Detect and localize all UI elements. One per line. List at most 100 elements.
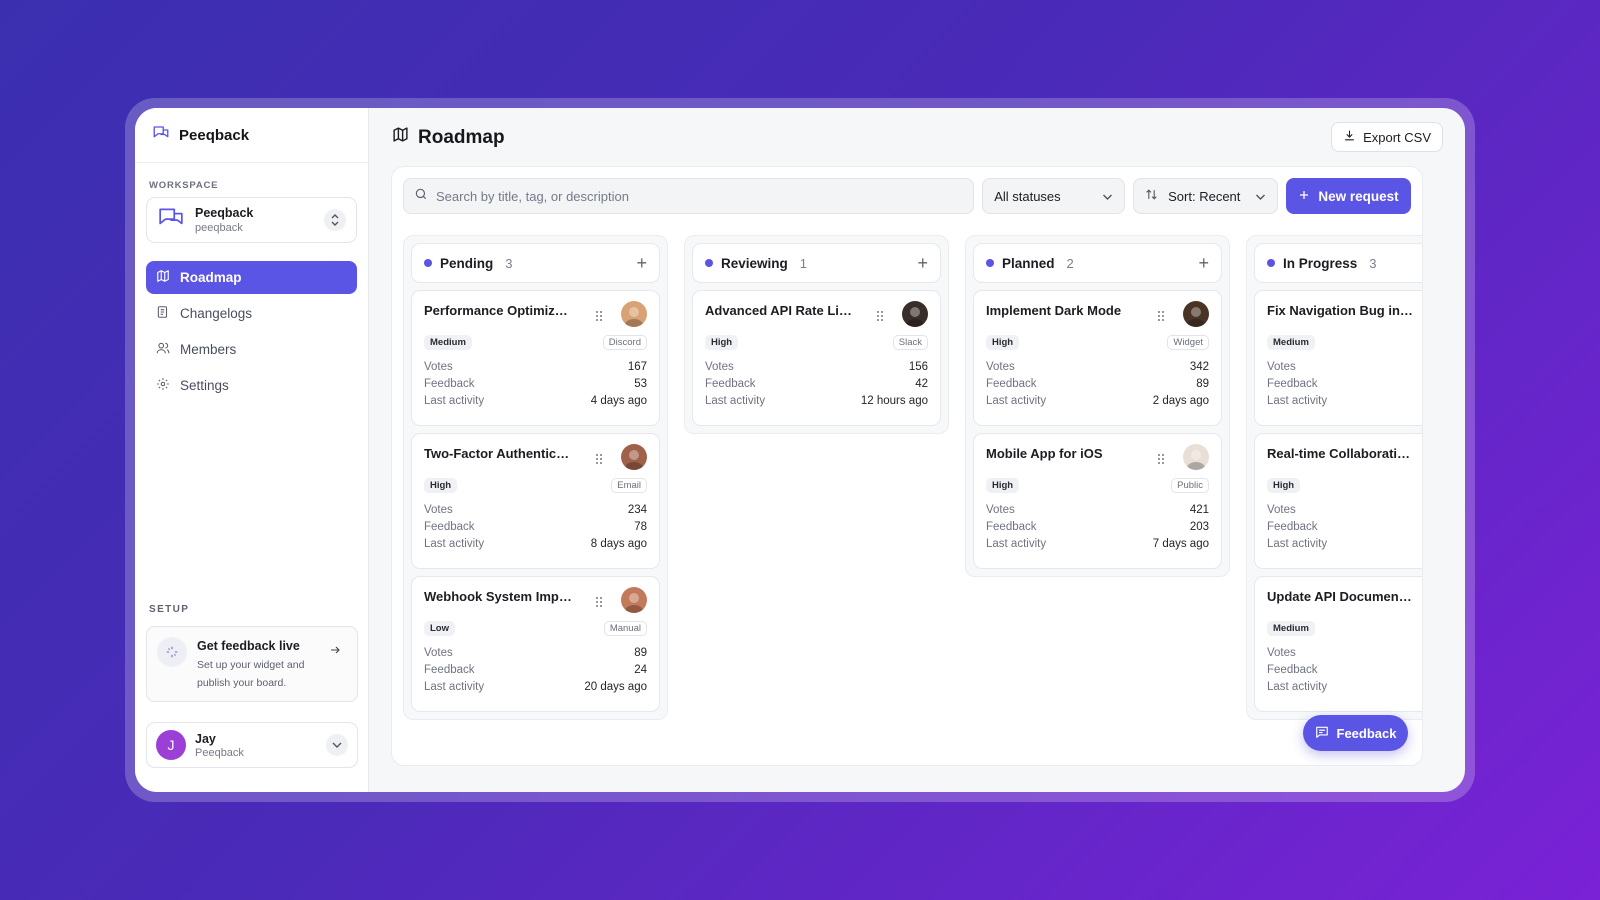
export-csv-button[interactable]: Export CSV: [1331, 122, 1443, 152]
sidebar-item-settings[interactable]: Settings: [146, 369, 357, 402]
priority-badge: Medium: [1267, 335, 1315, 350]
request-card[interactable]: Advanced API Rate Limiti... High Slack V…: [692, 290, 941, 426]
feedback-label: Feedback: [986, 378, 1037, 390]
priority-badge: High: [986, 478, 1020, 493]
drag-handle-icon[interactable]: [595, 309, 603, 327]
search-input[interactable]: [436, 188, 964, 204]
plus-icon[interactable]: +: [917, 253, 928, 274]
search-box[interactable]: [403, 178, 975, 214]
column-count: 2: [1066, 255, 1074, 271]
column-title: Reviewing: [721, 255, 788, 271]
drag-handle-icon[interactable]: [876, 309, 884, 327]
status-dot: [424, 259, 432, 267]
sort-select[interactable]: Sort: Recent: [1133, 178, 1279, 214]
last-activity-value: 7 days ago: [1152, 538, 1209, 550]
column-title: Pending: [440, 255, 494, 271]
votes-label: Votes: [1267, 504, 1296, 516]
card-title: Webhook System Imple...: [424, 589, 572, 604]
votes-label: Votes: [424, 647, 453, 659]
priority-badge: Medium: [1267, 621, 1315, 636]
sort-value: Sort: Recent: [1168, 188, 1241, 204]
last-activity-label: Last activity: [986, 395, 1047, 407]
user-menu[interactable]: J Jay Peeqback: [146, 722, 358, 768]
message-icon: [1315, 725, 1329, 742]
board-toolbar: All statuses Sort: Recent: [403, 178, 1411, 214]
feedback-label: Feedback: [424, 521, 475, 533]
plus-icon[interactable]: +: [1198, 253, 1209, 274]
request-card[interactable]: Update API Documentati... Medium Votes F…: [1254, 576, 1422, 712]
drag-handle-icon[interactable]: [595, 452, 603, 470]
sidebar-nav: Roadmap Changelogs Members Settings: [135, 261, 368, 402]
sparkle-icon: [157, 637, 187, 667]
source-badge: Manual: [603, 621, 647, 636]
feedback-button-label: Feedback: [1336, 725, 1397, 741]
search-icon: [414, 187, 428, 206]
request-card[interactable]: Fix Navigation Bug in Ad... Medium Votes…: [1254, 290, 1422, 426]
status-filter-select[interactable]: All statuses: [982, 178, 1126, 214]
brand[interactable]: Peeqback: [135, 108, 368, 163]
avatar: [621, 301, 647, 327]
request-card[interactable]: Webhook System Imple... Low Manual Votes…: [411, 576, 660, 712]
source-badge: Discord: [602, 335, 647, 350]
priority-badge: High: [1267, 478, 1301, 493]
card-title: Advanced API Rate Limiti...: [705, 303, 853, 318]
votes-label: Votes: [424, 504, 453, 516]
plus-icon[interactable]: +: [636, 253, 647, 274]
request-card[interactable]: Real-time Collaboration ... High Votes F…: [1254, 433, 1422, 569]
card-title: Performance Optimizati...: [424, 303, 572, 318]
column-planned: Planned 2 + Implement Dark Mode High Wid…: [965, 235, 1230, 577]
priority-badge: Low: [424, 621, 455, 636]
setup-card[interactable]: Get feedback live Set up your widget and…: [146, 626, 358, 702]
sidebar-item-members[interactable]: Members: [146, 333, 357, 366]
sidebar-item-changelogs[interactable]: Changelogs: [146, 297, 357, 330]
chevron-updown-icon[interactable]: [324, 209, 346, 231]
chat-logo-icon: [152, 124, 170, 147]
column-pending: Pending 3 + Performance Optimizati... Me…: [403, 235, 668, 720]
feedback-value: 42: [915, 378, 928, 390]
priority-badge: High: [705, 335, 739, 350]
last-activity-label: Last activity: [705, 395, 766, 407]
drag-handle-icon[interactable]: [1157, 452, 1165, 470]
request-card[interactable]: Mobile App for iOS High Public Votes 421 …: [973, 433, 1222, 569]
last-activity-value: 20 days ago: [584, 681, 647, 693]
feedback-button[interactable]: Feedback: [1303, 715, 1408, 751]
priority-badge: High: [424, 478, 458, 493]
status-dot: [1267, 259, 1275, 267]
column-count: 3: [1369, 255, 1377, 271]
drag-handle-icon[interactable]: [595, 595, 603, 613]
status-filter-value: All statuses: [994, 188, 1061, 204]
kanban-columns: Pending 3 + Performance Optimizati... Me…: [403, 235, 1422, 720]
column-header: Reviewing 1 +: [692, 243, 941, 283]
avatar: [902, 301, 928, 327]
status-dot: [986, 259, 994, 267]
avatar: [1183, 301, 1209, 327]
request-card[interactable]: Two-Factor Authenticati... High Email Vo…: [411, 433, 660, 569]
workspace-slug: peeqback: [195, 222, 243, 234]
votes-value: 167: [627, 361, 647, 373]
workspace-logo-icon: [157, 205, 185, 236]
source-badge: Email: [611, 478, 647, 493]
arrow-right-icon[interactable]: [329, 643, 341, 661]
chevron-down-icon[interactable]: [326, 734, 348, 756]
last-activity-label: Last activity: [1267, 538, 1328, 550]
avatar: J: [156, 730, 186, 760]
request-card[interactable]: Performance Optimizati... Medium Discord…: [411, 290, 660, 426]
source-badge: Public: [1171, 478, 1209, 493]
setup-description: Set up your widget and publish your boar…: [197, 659, 305, 689]
column-title: Planned: [1002, 255, 1055, 271]
download-icon: [1343, 129, 1356, 145]
sidebar-item-roadmap[interactable]: Roadmap: [146, 261, 357, 294]
votes-value: 156: [908, 361, 928, 373]
chevron-down-icon: [1255, 189, 1266, 204]
drag-handle-icon[interactable]: [1157, 309, 1165, 327]
request-card[interactable]: Implement Dark Mode High Widget Votes 342…: [973, 290, 1222, 426]
card-title: Two-Factor Authenticati...: [424, 446, 572, 461]
sidebar-item-label: Settings: [180, 378, 229, 393]
user-org: Peeqback: [195, 746, 244, 759]
votes-value: 421: [1189, 504, 1209, 516]
workspace-switcher[interactable]: Peeqback peeqback: [146, 197, 357, 243]
main-content: Roadmap Export CSV All statuses: [369, 108, 1465, 792]
column-reviewing: Reviewing 1 + Advanced API Rate Limiti..…: [684, 235, 949, 434]
new-request-button[interactable]: New request: [1286, 178, 1411, 214]
map-icon: [156, 269, 170, 286]
